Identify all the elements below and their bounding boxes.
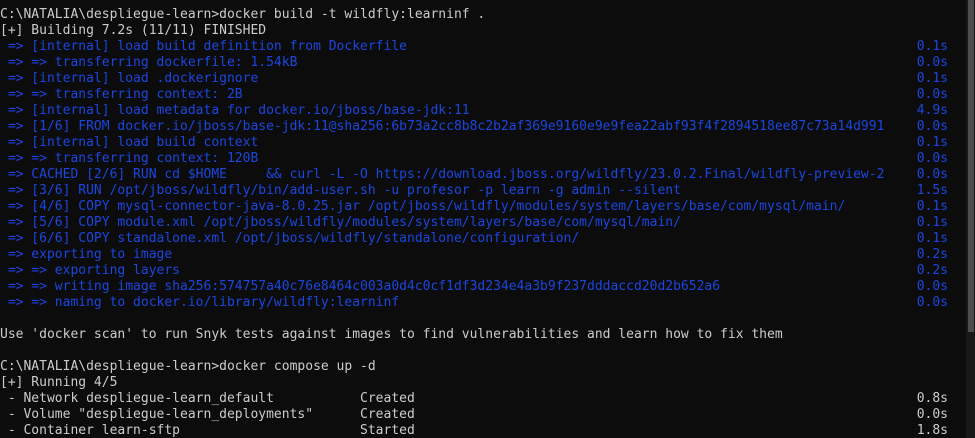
- build-step-line: => exporting to image 0.2s: [0, 247, 966, 263]
- build-step-text: => [internal] load build definition from…: [0, 39, 407, 54]
- compose-item-time: 0.8s: [916, 391, 948, 406]
- build-step-line: => [internal] load .dockerignore 0.1s: [0, 71, 966, 87]
- prompt-line: C:\NATALIA\despliegue-learn>docker build…: [0, 7, 966, 23]
- build-step-line: => [1/6] FROM docker.io/jboss/base-jdk:1…: [0, 119, 966, 135]
- compose-item-text: - Network despliegue-learn_default: [0, 391, 274, 406]
- build-step-line: => => writing image sha256:574757a40c76e…: [0, 279, 966, 295]
- prompt-line: C:\NATALIA\despliegue-learn>docker compo…: [0, 359, 966, 375]
- build-step-time: 0.1s: [916, 199, 948, 214]
- build-step-line: => [6/6] COPY standalone.xml /opt/jboss/…: [0, 231, 966, 247]
- build-step-text: => => transferring context: 120B: [0, 151, 259, 166]
- compose-item-status: Created: [360, 391, 415, 406]
- compose-item-time: 0.0s: [916, 407, 948, 422]
- build-step-time: 0.1s: [916, 231, 948, 246]
- build-step-line: => [4/6] COPY mysql-connector-java-8.0.2…: [0, 199, 966, 215]
- build-step-text: => => naming to docker.io/library/wildfl…: [0, 295, 400, 310]
- compose-item-time: 1.8s: [916, 423, 948, 438]
- scrollbar-thumb[interactable]: [968, 0, 974, 332]
- build-step-time: 0.0s: [916, 151, 948, 166]
- build-step-text: => CACHED [2/6] RUN cd $HOME && curl -L …: [0, 167, 885, 182]
- snyk-hint-text: Use 'docker scan' to run Snyk tests agai…: [0, 327, 783, 342]
- compose-item-text: - Container learn-sftp: [0, 423, 181, 438]
- build-step-line: => [internal] load build context 0.1s: [0, 135, 966, 151]
- build-step-text: => [internal] load build context: [0, 135, 259, 150]
- prompt-command: C:\NATALIA\despliegue-learn>docker compo…: [0, 359, 376, 374]
- build-step-line: => CACHED [2/6] RUN cd $HOME && curl -L …: [0, 167, 966, 183]
- build-step-text: => [3/6] RUN /opt/jboss/wildfly/bin/add-…: [0, 183, 681, 198]
- build-step-line: => [3/6] RUN /opt/jboss/wildfly/bin/add-…: [0, 183, 966, 199]
- build-step-time: 0.0s: [916, 167, 948, 182]
- build-step-text: => [internal] load metadata for docker.i…: [0, 103, 470, 118]
- compose-item-status: Created: [360, 407, 415, 422]
- terminal-window[interactable]: C:\NATALIA\despliegue-learn>docker build…: [0, 0, 966, 438]
- build-step-time: 0.1s: [916, 39, 948, 54]
- build-step-text: => => transferring context: 2B: [0, 87, 243, 102]
- build-step-line: => [internal] load build definition from…: [0, 39, 966, 55]
- build-step-text: => => exporting layers: [0, 263, 181, 278]
- build-status: [+] Building 7.2s (11/11) FINISHED: [0, 23, 267, 38]
- build-step-line: => => exporting layers 0.2s: [0, 263, 966, 279]
- build-step-time: 0.1s: [916, 71, 948, 86]
- build-step-text: => [1/6] FROM docker.io/jboss/base-jdk:1…: [0, 119, 885, 134]
- build-step-line: => [internal] load metadata for docker.i…: [0, 103, 966, 119]
- build-step-text: => => writing image sha256:574757a40c76e…: [0, 279, 721, 294]
- build-step-text: => => transferring dockerfile: 1.54kB: [0, 55, 298, 70]
- compose-status: [+] Running 4/5: [0, 375, 118, 390]
- build-step-time: 0.0s: [916, 279, 948, 294]
- build-step-time: 4.9s: [916, 103, 948, 118]
- compose-item-line: - Volume "despliegue-learn_deployments" …: [0, 407, 966, 423]
- build-step-time: 0.0s: [916, 87, 948, 102]
- build-step-text: => [6/6] COPY standalone.xml /opt/jboss/…: [0, 231, 580, 246]
- build-step-line: => => naming to docker.io/library/wildfl…: [0, 295, 966, 311]
- build-step-time: 0.1s: [916, 135, 948, 150]
- compose-item-text: - Volume "despliegue-learn_deployments": [0, 407, 314, 422]
- build-step-line: => [5/6] COPY module.xml /opt/jboss/wild…: [0, 215, 966, 231]
- build-step-line: => => transferring dockerfile: 1.54kB 0.…: [0, 55, 966, 71]
- compose-item-line: - Network despliegue-learn_default Creat…: [0, 391, 966, 407]
- build-step-time: 0.1s: [916, 215, 948, 230]
- build-step-time: 0.0s: [916, 295, 948, 310]
- compose-item-status: Started: [360, 423, 415, 438]
- build-step-time: 0.0s: [916, 119, 948, 134]
- build-step-line: => => transferring context: 120B 0.0s: [0, 151, 966, 167]
- build-step-text: => [5/6] COPY module.xml /opt/jboss/wild…: [0, 215, 681, 230]
- output-line: [+] Running 4/5: [0, 375, 966, 391]
- build-step-time: 1.5s: [916, 183, 948, 198]
- build-step-time: 0.2s: [916, 247, 948, 262]
- vertical-scrollbar[interactable]: [966, 0, 975, 438]
- snyk-hint-line: Use 'docker scan' to run Snyk tests agai…: [0, 327, 966, 343]
- build-step-line: => => transferring context: 2B 0.0s: [0, 87, 966, 103]
- build-step-text: => [4/6] COPY mysql-connector-java-8.0.2…: [0, 199, 846, 214]
- build-step-text: => [internal] load .dockerignore: [0, 71, 259, 86]
- build-step-text: => exporting to image: [0, 247, 173, 262]
- build-step-time: 0.0s: [916, 55, 948, 70]
- prompt-command: C:\NATALIA\despliegue-learn>docker build…: [0, 7, 486, 22]
- compose-item-line: - Container learn-sftp Started 1.8s: [0, 423, 966, 438]
- build-step-time: 0.2s: [916, 263, 948, 278]
- output-line: [+] Building 7.2s (11/11) FINISHED: [0, 23, 966, 39]
- terminal-output: C:\NATALIA\despliegue-learn>docker build…: [0, 7, 966, 438]
